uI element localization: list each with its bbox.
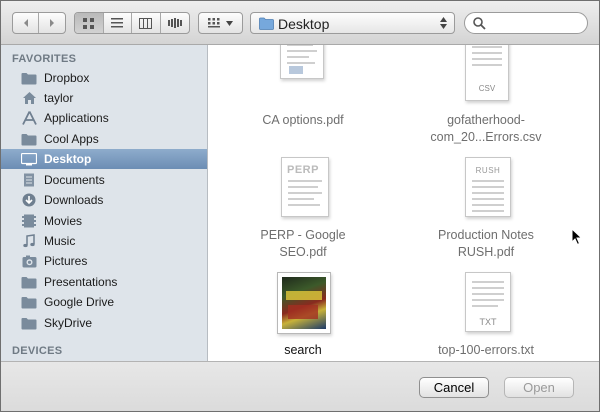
- sidebar-item-pictures[interactable]: Pictures: [1, 251, 207, 271]
- dialog-button-bar: Cancel Open: [1, 361, 599, 411]
- sidebar-item-label: Cool Apps: [44, 132, 99, 146]
- downloads-icon: [21, 193, 37, 207]
- image-thumbnail-icon: [277, 272, 331, 334]
- location-label: Desktop: [278, 16, 330, 32]
- file-name: search: [284, 343, 322, 357]
- sidebar-item-movies[interactable]: Movies: [1, 211, 207, 231]
- file-name-line1: PERP - Google: [260, 228, 346, 242]
- location-popup[interactable]: Desktop: [250, 12, 455, 34]
- folder-icon: [21, 295, 37, 309]
- coverflow-view-button[interactable]: [161, 13, 189, 33]
- sidebar-item-label: Presentations: [44, 275, 118, 289]
- sidebar-item-desktop[interactable]: Desktop: [1, 149, 207, 169]
- chevron-right-icon: [50, 19, 54, 27]
- file-browser: CA options.pdf CSV gofatherhood- com_20.…: [208, 45, 599, 361]
- search-input[interactable]: [489, 15, 585, 33]
- sidebar-item-taylor[interactable]: taylor: [1, 88, 207, 108]
- history-navigation: [12, 12, 66, 34]
- sidebar-item-label: Downloads: [44, 193, 104, 207]
- view-mode-selector: [74, 12, 190, 34]
- arrange-button-face: [199, 13, 242, 33]
- csv-file-icon: CSV: [465, 45, 509, 101]
- back-button[interactable]: [13, 13, 40, 33]
- arrange-grid-icon: [208, 17, 220, 27]
- file-name-line2: SEO.pdf: [279, 245, 327, 259]
- pdf-thumbnail-icon: RUSH: [465, 157, 511, 217]
- pdf-thumbnail-icon: [280, 45, 324, 79]
- home-icon: [21, 91, 37, 105]
- forward-button[interactable]: [39, 13, 65, 33]
- list-view-button[interactable]: [104, 13, 132, 33]
- sidebar-item-google-drive[interactable]: Google Drive: [1, 292, 207, 312]
- pictures-icon: [21, 254, 37, 268]
- sidebar-item-label: Documents: [44, 173, 105, 187]
- thumbnail-title: RUSH: [475, 166, 501, 175]
- folder-icon: [21, 316, 37, 330]
- file-name-line2: com_20...Errors.csv: [430, 130, 542, 144]
- chevron-left-icon: [23, 19, 28, 27]
- file-type-badge: TXT: [479, 317, 497, 327]
- sidebar-item-label: Applications: [44, 111, 109, 125]
- cancel-button[interactable]: Cancel: [419, 377, 489, 398]
- documents-icon: [21, 173, 37, 187]
- sidebar-item-presentations[interactable]: Presentations: [1, 272, 207, 292]
- sidebar-item-cool-apps[interactable]: Cool Apps: [1, 129, 207, 149]
- sidebar-item-downloads[interactable]: Downloads: [1, 190, 207, 210]
- folder-icon: [21, 275, 37, 289]
- sidebar-item-label: SkyDrive: [44, 316, 93, 330]
- icon-view-icon: [83, 17, 95, 29]
- sidebar-item-label: Google Drive: [44, 295, 115, 309]
- search-field[interactable]: [464, 12, 588, 34]
- folder-icon: [259, 17, 274, 30]
- up-down-arrows-icon: [440, 17, 447, 29]
- file-name: top-100-errors.txt: [438, 343, 534, 357]
- folder-icon: [21, 71, 37, 85]
- list-view-icon: [111, 18, 124, 28]
- folder-icon: [21, 132, 37, 146]
- sidebar-item-label: Dropbox: [44, 71, 90, 85]
- file-name-line1: gofatherhood-: [447, 113, 525, 127]
- file-name-line2: RUSH.pdf: [457, 245, 515, 259]
- file-type-badge: CSV: [478, 84, 496, 93]
- movies-icon: [21, 214, 37, 228]
- pdf-thumbnail-icon: PERP: [281, 157, 329, 217]
- sidebar-item-skydrive[interactable]: SkyDrive: [1, 313, 207, 333]
- open-file-dialog: Desktop FAVORITES Dropbox taylor Applica…: [0, 0, 600, 412]
- thumbnail-title: PERP: [287, 164, 319, 176]
- sidebar-item-label: Movies: [44, 214, 83, 228]
- sidebar-item-applications[interactable]: Applications: [1, 108, 207, 128]
- coverflow-view-icon: [167, 18, 182, 28]
- applications-icon: [21, 111, 37, 125]
- chevron-down-icon: [226, 20, 233, 26]
- music-icon: [21, 234, 37, 248]
- favorites-header: FAVORITES: [12, 53, 77, 65]
- sidebar-item-label: taylor: [44, 91, 74, 105]
- sidebar-item-documents[interactable]: Documents: [1, 170, 207, 190]
- search-icon: [473, 17, 486, 30]
- icon-view-button[interactable]: [75, 13, 104, 33]
- column-view-button[interactable]: [132, 13, 161, 33]
- sidebar-item-music[interactable]: Music: [1, 231, 207, 251]
- sidebar-item-dropbox[interactable]: Dropbox: [1, 68, 207, 88]
- desktop-icon: [21, 152, 37, 166]
- mouse-cursor-icon: [571, 228, 583, 246]
- toolbar: Desktop: [1, 1, 599, 45]
- sidebar: FAVORITES Dropbox taylor Applications Co…: [1, 45, 208, 361]
- file-name-line1: Production Notes: [438, 228, 534, 242]
- open-button[interactable]: Open: [504, 377, 574, 398]
- file-name: CA options.pdf: [262, 113, 344, 127]
- sidebar-item-label: Pictures: [44, 254, 88, 268]
- sidebar-item-label: Desktop: [44, 152, 92, 166]
- text-file-icon: TXT: [465, 272, 511, 332]
- devices-header: DEVICES: [12, 345, 63, 357]
- sidebar-item-label: Music: [44, 234, 76, 248]
- column-view-icon: [139, 17, 153, 29]
- arrange-menu-button[interactable]: [198, 12, 243, 34]
